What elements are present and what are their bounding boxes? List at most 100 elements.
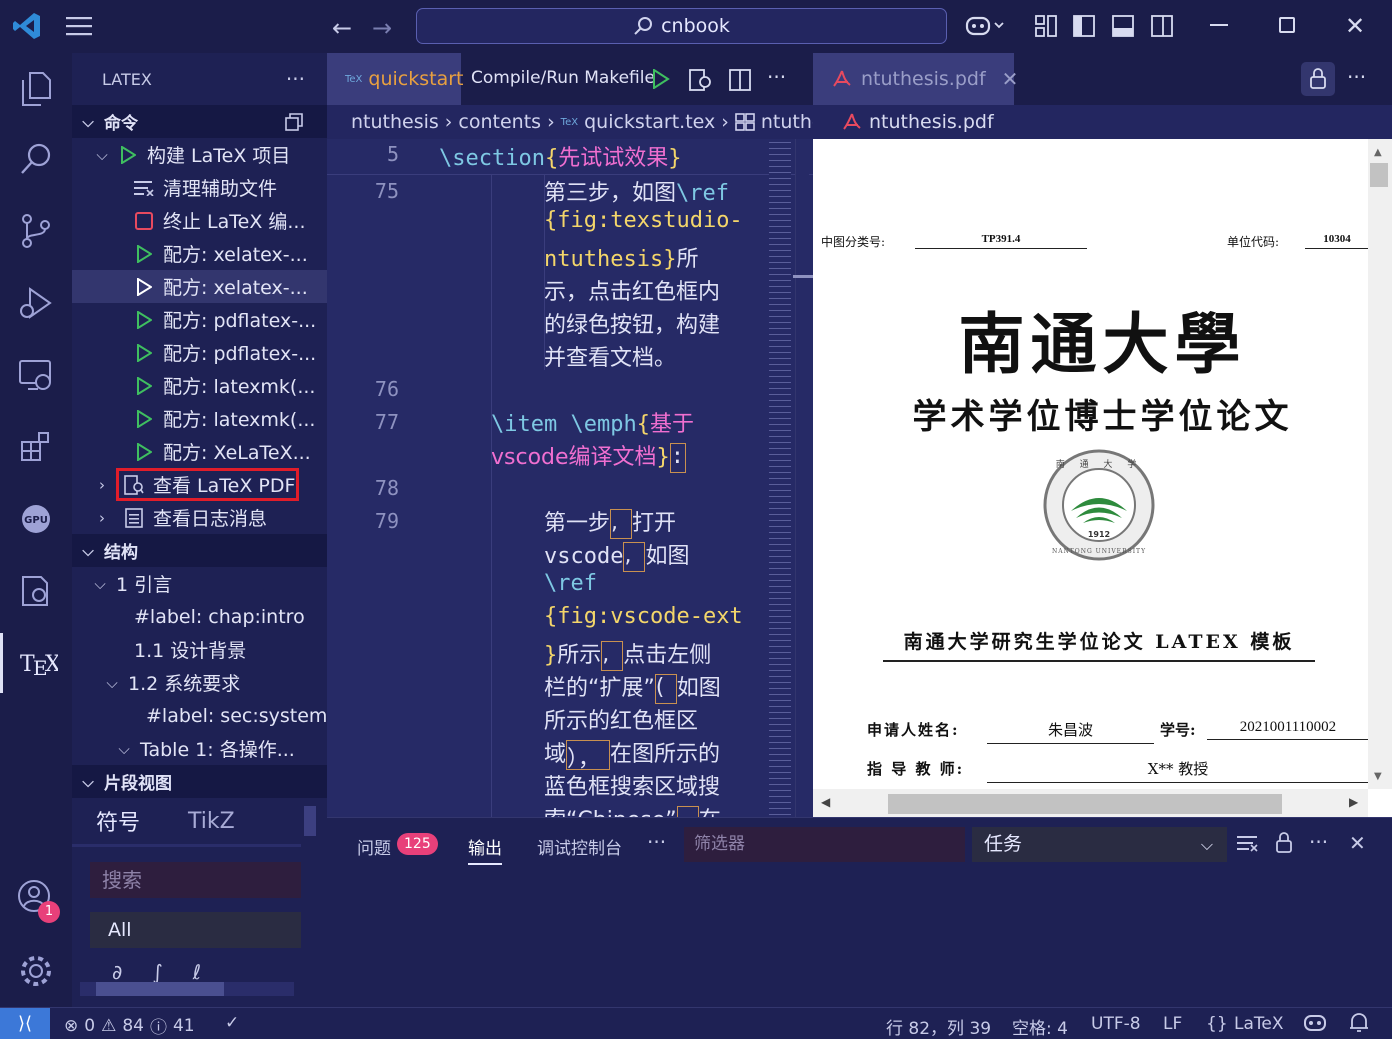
more-actions-icon[interactable]: ···: [286, 67, 305, 91]
more-actions-icon[interactable]: ···: [767, 65, 786, 89]
output-filter-input[interactable]: 筛选器: [684, 827, 965, 862]
run-build-icon[interactable]: [652, 69, 670, 89]
pdf-hscroll-thumb[interactable]: [888, 794, 1282, 814]
recipe-item[interactable]: 配方: pdflatex-...: [72, 336, 327, 369]
collapse-all-icon[interactable]: [285, 112, 303, 131]
view-latex-pdf[interactable]: › 查看 LaTeX PDF: [72, 468, 327, 501]
pdf-viewer[interactable]: 中图分类号: TP391.4 单位代码: 10304 南通大學 学术学位博士学位…: [813, 139, 1392, 817]
language-mode[interactable]: LaTeX: [1234, 1014, 1284, 1034]
test-explorer-icon[interactable]: [0, 561, 72, 621]
snippet-view-section-header[interactable]: ⌵ 片段视图: [72, 765, 327, 798]
snippet-filter-select[interactable]: All: [90, 912, 301, 948]
structure-item[interactable]: #label: sec:system: [72, 699, 327, 732]
tab-debug-console[interactable]: 调试控制台: [537, 834, 622, 859]
tab-tikz[interactable]: TikZ: [188, 809, 235, 834]
breadcrumb-item[interactable]: quickstart.tex: [584, 111, 715, 133]
tab-problems[interactable]: 问题: [357, 834, 391, 859]
lock-group-icon[interactable]: [1301, 62, 1335, 96]
scroll-up-arrow-icon[interactable]: ▲: [1374, 147, 1382, 158]
breadcrumb-item[interactable]: contents: [458, 111, 541, 133]
structure-item[interactable]: #label: chap:intro: [72, 600, 327, 633]
clean-aux-files[interactable]: 清理辅助文件: [72, 171, 327, 204]
tab-symbols[interactable]: 符号: [96, 805, 140, 837]
account-icon[interactable]: 1: [0, 868, 72, 928]
view-log-messages[interactable]: › 查看日志消息: [72, 501, 327, 534]
more-actions-icon[interactable]: ···: [1347, 65, 1366, 89]
recipe-item[interactable]: 配方: pdflatex-...: [72, 303, 327, 336]
pdf-vscroll-thumb[interactable]: [1370, 163, 1388, 187]
extensions-icon[interactable]: [0, 417, 72, 477]
remote-indicator-icon[interactable]: ⟩⟨: [0, 1008, 50, 1039]
indentation[interactable]: 空格: 4: [1012, 1014, 1068, 1039]
compile-makefile-button[interactable]: Compile/Run Makefile: [471, 68, 655, 88]
code-token: 点击左侧: [623, 643, 712, 668]
build-latex-project[interactable]: ⌵ 构建 LaTeX 项目: [72, 138, 327, 171]
copilot-status-icon[interactable]: [1303, 1013, 1327, 1033]
toggle-panel-icon[interactable]: [1112, 15, 1134, 37]
clear-output-icon[interactable]: [1237, 834, 1259, 854]
commands-section-header[interactable]: ⌵ 命令: [72, 105, 327, 138]
close-tab-icon[interactable]: ✕: [1002, 67, 1019, 91]
breadcrumb-item[interactable]: ntuthesis: [351, 111, 439, 133]
structure-item[interactable]: ⌵ 1.2 系统要求: [72, 666, 327, 699]
structure-item[interactable]: ⌵ Table 1: 各操作...: [72, 732, 327, 765]
more-actions-icon[interactable]: ···: [647, 830, 666, 854]
run-debug-icon[interactable]: [0, 273, 72, 333]
source-control-icon[interactable]: [0, 201, 72, 261]
search-icon[interactable]: [0, 129, 72, 189]
maximize-icon[interactable]: [1279, 17, 1295, 33]
snippet-scrollbar[interactable]: [304, 806, 316, 836]
structure-item[interactable]: ⌵ 1 引言: [72, 567, 327, 600]
editor-scrollbar[interactable]: [795, 139, 809, 817]
scroll-right-arrow-icon[interactable]: ▶: [1349, 795, 1358, 809]
remote-explorer-icon[interactable]: [0, 345, 72, 405]
scroll-left-arrow-icon[interactable]: ◀: [821, 795, 830, 809]
tex-icon[interactable]: TEX: [0, 633, 72, 693]
check-icon[interactable]: ✓: [225, 1013, 239, 1033]
more-actions-icon[interactable]: ···: [1309, 830, 1328, 854]
code-line: 索“Chinese”,在: [544, 802, 721, 817]
pdf-vscrollbar[interactable]: [1368, 139, 1392, 789]
end-of-line[interactable]: LF: [1163, 1014, 1182, 1034]
notifications-bell-icon[interactable]: [1349, 1012, 1369, 1034]
terminate-latex[interactable]: 终止 LaTeX 编...: [72, 204, 327, 237]
structure-section-header[interactable]: ⌵ 结构: [72, 534, 327, 567]
scroll-down-arrow-icon[interactable]: ▼: [1374, 771, 1382, 782]
view-pdf-icon[interactable]: [689, 69, 711, 91]
menu-icon[interactable]: [66, 14, 94, 38]
snippet-search-input[interactable]: 搜索: [90, 862, 301, 898]
customize-layout-icon[interactable]: [1035, 15, 1057, 37]
tab-output[interactable]: 输出: [468, 834, 502, 865]
split-editor-icon[interactable]: [729, 69, 751, 91]
recipe-item[interactable]: 配方: latexmk(...: [72, 402, 327, 435]
breadcrumb-item[interactable]: ntuthes: [761, 111, 813, 133]
tab-quickstart[interactable]: TeX quickstart: [327, 53, 464, 105]
close-window-icon[interactable]: ✕: [1345, 12, 1365, 40]
tab-ntuthesis-pdf[interactable]: ntuthesis.pdf ✕: [813, 53, 1018, 105]
close-panel-icon[interactable]: ✕: [1349, 831, 1366, 855]
minimize-icon[interactable]: [1210, 24, 1228, 26]
recipe-item[interactable]: 配方: xelatex-...: [72, 237, 327, 270]
command-center-search[interactable]: cnbook: [416, 8, 947, 44]
cursor-position[interactable]: 行 82，列 39: [886, 1014, 991, 1039]
gpu-icon[interactable]: GPU: [0, 489, 72, 549]
explorer-icon[interactable]: [0, 59, 72, 119]
code-editor[interactable]: 5 \section{先试试效果} 75 第三步，如图\ref {fig:tex…: [327, 139, 813, 817]
toggle-secondary-sidebar-icon[interactable]: [1151, 15, 1173, 37]
encoding[interactable]: UTF-8: [1091, 1014, 1141, 1034]
forward-arrow-icon[interactable]: →: [372, 14, 392, 42]
snippet-hscroll-thumb[interactable]: [96, 982, 224, 996]
structure-item[interactable]: 1.1 设计背景: [72, 633, 327, 666]
lock-scroll-icon[interactable]: [1275, 832, 1293, 854]
settings-gear-icon[interactable]: [0, 941, 72, 1001]
recipe-item[interactable]: 配方: latexmk(...: [72, 369, 327, 402]
recipe-item-selected[interactable]: 配方: xelatex-...: [72, 270, 327, 303]
output-channel-select[interactable]: 任务 ⌵: [972, 827, 1227, 862]
breadcrumb-item[interactable]: ntuthesis.pdf: [869, 111, 994, 133]
toggle-primary-sidebar-icon[interactable]: [1073, 15, 1095, 37]
copilot-icon[interactable]: [965, 14, 1005, 38]
problems-summary[interactable]: ⊗ 0 ⚠ 84 ⓘ 41: [64, 1013, 195, 1039]
minimap[interactable]: [769, 139, 791, 817]
recipe-item[interactable]: 配方: XeLaTeX...: [72, 435, 327, 468]
back-arrow-icon[interactable]: ←: [332, 14, 352, 42]
